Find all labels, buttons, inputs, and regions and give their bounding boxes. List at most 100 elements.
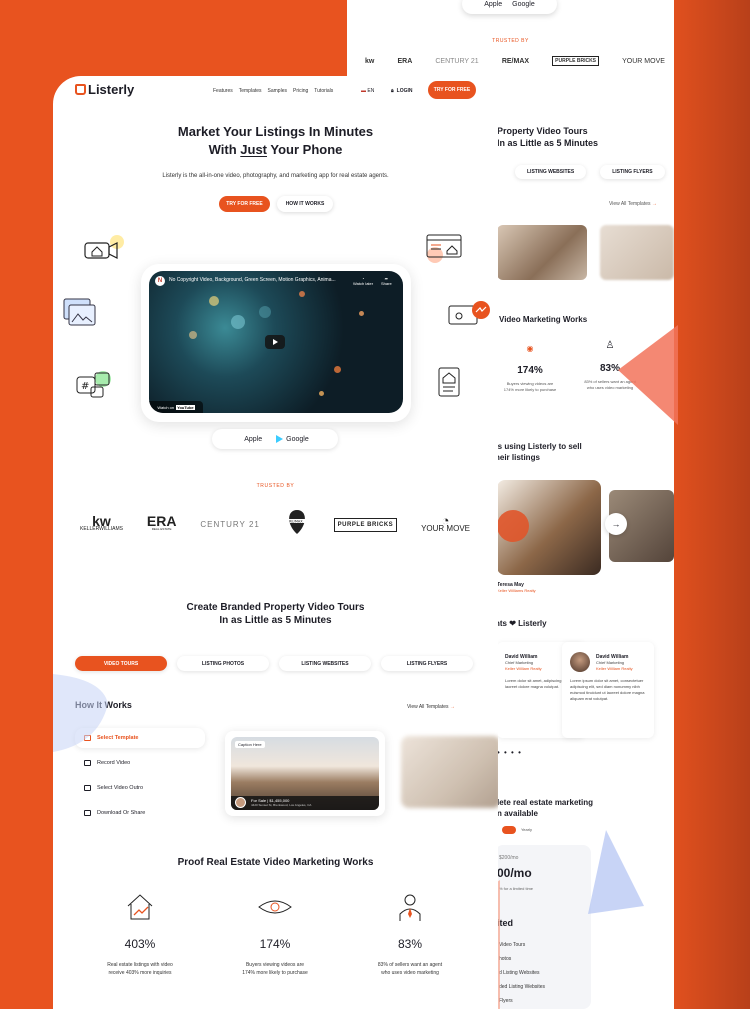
back-logo-era: ERA [397, 57, 413, 65]
nav-links: Features Templates Samples Pricing Tutor… [213, 88, 333, 94]
how-it-works-button[interactable]: HOW IT WORKS [277, 196, 333, 212]
social-post-icon: # [76, 371, 111, 398]
back-template-thumb[interactable] [497, 225, 587, 280]
century21-logo: CENTURY 21 [200, 519, 260, 529]
play-icon[interactable] [265, 335, 285, 349]
decor-shape [53, 674, 108, 752]
carousel-dots[interactable]: • • • • [497, 748, 522, 757]
caption-label: Caption Here [235, 741, 265, 748]
template-tabs: VIDEO TOURS LISTING PHOTOS LISTING WEBSI… [75, 656, 473, 671]
era-logo: ERA REAL ESTATE [146, 512, 177, 531]
website-icon [426, 234, 462, 263]
eye-icon: ◉ [526, 344, 534, 353]
nav-templates[interactable]: Templates [239, 88, 262, 94]
brand-logo[interactable]: Listerly [75, 82, 134, 97]
presentation-messenger-icon [448, 301, 490, 325]
step-record-video[interactable]: Record Video [75, 753, 205, 773]
language-selector[interactable]: ▬ EN [361, 88, 374, 94]
trusted-label: TRUSTED BY [256, 483, 295, 489]
back-view-all[interactable]: View All Templates → [609, 201, 657, 207]
google-play-link[interactable]: Google [276, 435, 309, 443]
stat-403: 403% Real estate listings with video rec… [75, 891, 205, 977]
nav-tutorials[interactable]: Tutorials [314, 88, 333, 94]
svg-text:RE/MAX: RE/MAX [289, 520, 303, 524]
back-tab-flyers[interactable]: LISTING FLYERS [600, 165, 664, 179]
back-trusted-label: TRUSTED BY [492, 38, 529, 44]
google-play-icon [276, 435, 284, 443]
billing-toggle[interactable] [502, 826, 516, 834]
video-title[interactable]: No Copyright Video, Background, Green Sc… [169, 277, 336, 283]
back-store-bar: Apple Google [462, 0, 557, 14]
price-note: % for a limited time [499, 886, 534, 891]
plan-features: Video Tours hotos d Listing Websites ded… [499, 942, 546, 1004]
back-logo-remax: RE/MAX [501, 57, 530, 65]
back-agent-video[interactable] [497, 480, 601, 575]
back-stat-174: ◉ 174% Buyers viewing videos are 174% mo… [495, 344, 565, 393]
for-sale-bar: For Sale | $1,455,000 4420 Sunset St, Br… [231, 796, 379, 810]
video-icon [84, 760, 91, 766]
decor-triangle [588, 830, 644, 914]
svg-text:#: # [81, 381, 89, 392]
tab-listing-websites[interactable]: LISTING WEBSITES [279, 656, 371, 671]
proof-title: Proof Real Estate Video Marketing Works [177, 857, 374, 868]
back-tab-websites[interactable]: LISTING WEBSITES [515, 165, 586, 179]
price-old: $200/mo [499, 855, 519, 861]
view-all-templates-link[interactable]: View All Templates → [407, 704, 455, 710]
eye-icon [258, 900, 292, 914]
templates-heading: Create Branded Property Video Tours In a… [186, 602, 365, 626]
toggle-label: Yearly [521, 827, 532, 832]
channel-avatar[interactable]: N [155, 276, 165, 286]
watch-on-youtube[interactable]: Watch on YouTube [149, 401, 203, 413]
back-logo-c21: CENTURY 21 [435, 57, 479, 65]
youtube-video[interactable]: N No Copyright Video, Background, Green … [149, 271, 403, 413]
stats-row: 403% Real estate listings with video rec… [75, 891, 475, 977]
login-link[interactable]: 🔒︎ LOGIN [391, 88, 413, 94]
template-preview-card[interactable]: Caption Here For Sale | $1,455,000 4420 … [225, 731, 385, 816]
back-heading: Property Video Tours In as Little as 5 M… [497, 126, 599, 148]
decor-triangle [618, 325, 678, 425]
tab-listing-flyers[interactable]: LISTING FLYERS [381, 656, 473, 671]
back-logo-kw: kw [365, 57, 375, 65]
back-apple-label[interactable]: Apple [484, 1, 502, 8]
share-button[interactable]: ➦ Share [381, 276, 392, 286]
back-proof-title: Video Marketing Works [499, 315, 588, 324]
back-tabs: LISTING WEBSITES LISTING FLYERS [515, 165, 665, 179]
stat-83: 83% 83% of sellers want an agent who use… [345, 891, 475, 977]
purple-bricks-logo: PURPLE BRICKS [333, 517, 398, 532]
back-agent-name: Teresa May Keller Williams Realty [497, 582, 536, 593]
house-logo-icon [75, 84, 86, 95]
back-agents-heading: ts using Listerly to sell heir listings [495, 442, 582, 462]
hero-subtitle: Listerly is the all-in-one video, photog… [162, 173, 389, 179]
nav-pricing[interactable]: Pricing [293, 88, 308, 94]
back-love-heading: nts ❤ Listerly [495, 619, 547, 628]
hero-title: Market Your Listings In Minutes With Jus… [177, 124, 374, 157]
back-testimonial-card: David William Chief Marketing Keller Wil… [562, 642, 654, 738]
lock-icon: 🔒︎ [391, 88, 394, 94]
price-value: 00/mo [497, 866, 532, 880]
nav-features[interactable]: Features [213, 88, 233, 94]
agent-icon [399, 894, 421, 921]
try-free-button[interactable]: TRY FOR FREE [219, 196, 270, 212]
flag-icon: ▬ [361, 88, 366, 94]
apple-store-link[interactable]: Apple [241, 436, 262, 443]
remax-logo: RE/MAX [284, 508, 310, 541]
nav-samples[interactable]: Samples [268, 88, 287, 94]
photos-icon [63, 298, 96, 326]
back-template-thumb-blur [600, 225, 674, 280]
edit-icon [84, 810, 91, 816]
step-select-outro[interactable]: Select Video Outro [75, 778, 205, 798]
tab-video-tours[interactable]: VIDEO TOURS [75, 656, 167, 671]
step-download-share[interactable]: Download Or Share [75, 803, 205, 823]
tab-listing-photos[interactable]: LISTING PHOTOS [177, 656, 269, 671]
avatar [570, 652, 590, 672]
avatar [235, 797, 246, 808]
play-icon[interactable] [497, 510, 529, 542]
next-arrow-icon[interactable]: → [605, 513, 627, 535]
video-camera-icon [84, 235, 124, 259]
partner-logos: kw KELLERWILLIAMS ERA REAL ESTATE CENTURY … [80, 508, 470, 541]
try-free-nav-button[interactable]: TRY FOR FREE [428, 81, 476, 99]
back-google-label[interactable]: Google [512, 1, 535, 8]
watch-later-button[interactable]: ◔ Watch later [353, 276, 373, 286]
back-logos: kw ERA CENTURY 21 RE/MAX PURPLE BRICKS Y… [365, 56, 665, 66]
back-pricing-heading: lete real estate marketing n available [497, 798, 594, 818]
